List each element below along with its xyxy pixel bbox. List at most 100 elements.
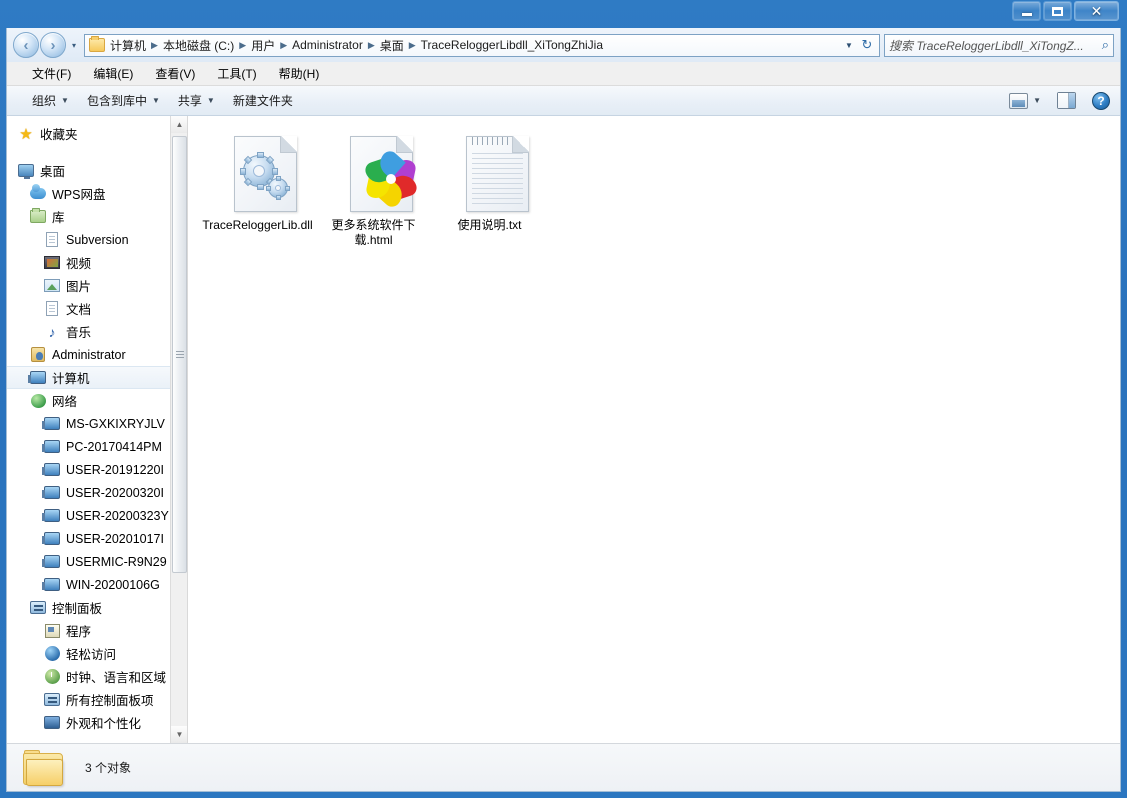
sidebar-item-network-computer[interactable]: WIN-20200106G [7, 573, 170, 596]
menu-item-file[interactable]: 文件(F) [21, 62, 82, 85]
organize-button[interactable]: 组织 ▼ [23, 88, 78, 113]
sidebar-item-programs[interactable]: 程序 [7, 619, 170, 642]
sidebar-item-pictures[interactable]: 图片 [7, 274, 170, 297]
chevron-down-icon: ▼ [1033, 96, 1041, 105]
notepad-spiral-icon [471, 137, 512, 145]
sidebar-item-documents[interactable]: 文档 [7, 297, 170, 320]
navigation-bar: ‹ › ▾ 计算机 ▶ 本地磁盘 (C:) ▶ 用户 ▶ Administrat… [7, 28, 1120, 62]
refresh-icon[interactable]: ↻ [857, 35, 877, 56]
music-icon: ♪ [48, 323, 56, 340]
sidebar-item-label: 时钟、语言和区域 [66, 671, 167, 685]
file-list-pane[interactable]: TraceReloggerLib.dll 更多系统软件下载.html 使用说明.… [188, 116, 1120, 743]
breadcrumb-item-0[interactable]: 计算机 [108, 37, 148, 54]
sidebar-item-label: 图片 [66, 280, 92, 294]
sidebar-item-network-computer[interactable]: USERMIC-R9N29 [7, 550, 170, 573]
new-folder-button[interactable]: 新建文件夹 [224, 88, 302, 113]
preview-pane-button[interactable] [1053, 90, 1080, 111]
help-button[interactable]: ? [1088, 90, 1114, 112]
sidebar-item-label: 文档 [66, 303, 92, 317]
breadcrumb-separator-icon[interactable]: ▶ [148, 40, 161, 51]
minimize-button[interactable] [1012, 1, 1041, 21]
address-bar[interactable]: 计算机 ▶ 本地磁盘 (C:) ▶ 用户 ▶ Administrator ▶ 桌… [84, 33, 880, 57]
sidebar-item-control-panel[interactable]: 控制面板 [7, 596, 170, 619]
breadcrumb-separator-icon[interactable]: ▶ [365, 40, 378, 51]
sidebar-item-desktop[interactable]: 桌面 [7, 159, 170, 182]
item-count-label: 3 个对象 [85, 761, 132, 775]
pinwheel-shape [362, 147, 419, 211]
client-area: ‹ › ▾ 计算机 ▶ 本地磁盘 (C:) ▶ 用户 ▶ Administrat… [6, 28, 1121, 792]
close-icon: ✕ [1090, 3, 1103, 19]
sidebar-item-network-computer[interactable]: USER-20200320I [7, 481, 170, 504]
forward-button[interactable]: › [40, 32, 66, 58]
desktop-icon [17, 163, 35, 179]
menu-item-edit[interactable]: 编辑(E) [82, 62, 144, 85]
views-icon [1009, 92, 1029, 109]
breadcrumb-item-2[interactable]: 用户 [249, 37, 277, 54]
sidebar-item-label: 视频 [66, 257, 92, 271]
breadcrumb-item-4[interactable]: 桌面 [378, 37, 406, 54]
sidebar-item-subversion[interactable]: Subversion [7, 228, 170, 251]
breadcrumb-item-1[interactable]: 本地磁盘 (C:) [161, 37, 236, 54]
sidebar-item-label: 收藏夹 [40, 128, 78, 142]
title-bar: ✕ [0, 0, 1127, 28]
sidebar-item-wps-cloud[interactable]: WPS网盘 [7, 182, 170, 205]
all-control-panel-items-icon [43, 692, 61, 708]
dll-gears-icon [226, 132, 297, 212]
address-dropdown-icon[interactable]: ▼ [841, 35, 857, 56]
recent-locations-button[interactable]: ▾ [68, 41, 80, 50]
breadcrumb-separator-icon[interactable]: ▶ [406, 40, 419, 51]
menu-item-help[interactable]: 帮助(H) [268, 62, 331, 85]
sidebar-item-network-computer[interactable]: USER-20201017I [7, 527, 170, 550]
sidebar-item-music[interactable]: ♪ 音乐 [7, 320, 170, 343]
breadcrumb-item-5[interactable]: TraceReloggerLibdll_XiTongZhiJia [419, 38, 605, 52]
menu-bar: 文件(F) 编辑(E) 查看(V) 工具(T) 帮助(H) [7, 62, 1120, 86]
close-button[interactable]: ✕ [1074, 1, 1119, 21]
sidebar-item-network[interactable]: 网络 [7, 389, 170, 412]
scrollbar-thumb[interactable] [172, 136, 187, 573]
file-item[interactable]: 更多系统软件下载.html [316, 128, 431, 252]
search-input[interactable]: 搜索 TraceReloggerLibdll_XiTongZ... ⌕ [884, 33, 1114, 57]
sidebar-item-libraries[interactable]: 库 [7, 205, 170, 228]
network-computer-icon [42, 508, 61, 524]
change-view-button[interactable]: ▼ [1005, 91, 1045, 111]
new-folder-label: 新建文件夹 [232, 94, 293, 108]
page-shape [233, 136, 297, 212]
sidebar-item-computer[interactable]: 计算机 [7, 366, 170, 389]
scroll-up-button[interactable]: ▲ [171, 116, 187, 133]
scroll-down-button[interactable]: ▼ [171, 726, 187, 743]
sidebar-item-network-computer[interactable]: USER-20200323Y [7, 504, 170, 527]
breadcrumb-separator-icon[interactable]: ▶ [236, 40, 249, 51]
maximize-icon [1052, 6, 1063, 16]
sidebar-item-clock-language-region[interactable]: 时钟、语言和区域 [7, 665, 170, 688]
sidebar-item-label: 网络 [52, 395, 78, 409]
network-computer-icon [42, 577, 61, 593]
share-with-button[interactable]: 共享 ▼ [169, 88, 224, 113]
sidebar-item-label: Administrator [52, 347, 126, 362]
sidebar-scrollbar[interactable]: ▲ ▼ [170, 116, 187, 743]
breadcrumb-separator-icon[interactable]: ▶ [277, 40, 290, 51]
control-panel-icon [29, 600, 47, 616]
sidebar-item-ease-of-access[interactable]: 轻松访问 [7, 642, 170, 665]
sidebar-item-network-computer[interactable]: PC-20170414PM [7, 435, 170, 458]
breadcrumb-item-3[interactable]: Administrator [290, 38, 365, 52]
sidebar-item-all-control-panel-items[interactable]: 所有控制面板项 [7, 688, 170, 711]
menu-item-tools[interactable]: 工具(T) [206, 62, 267, 85]
sidebar-item-videos[interactable]: 视频 [7, 251, 170, 274]
sidebar-item-network-computer[interactable]: MS-GXKIXRYJLV [7, 412, 170, 435]
sidebar-item-favorites[interactable]: ★ 收藏夹 [7, 122, 170, 145]
sidebar-item-appearance-personalization[interactable]: 外观和个性化 [7, 711, 170, 734]
include-in-library-button[interactable]: 包含到库中 ▼ [78, 88, 169, 113]
menu-item-view[interactable]: 查看(V) [144, 62, 206, 85]
sidebar-item-network-computer[interactable]: USER-20191220I [7, 458, 170, 481]
back-button[interactable]: ‹ [13, 32, 39, 58]
network-computer-icon [42, 485, 61, 501]
page-shape [465, 136, 529, 212]
appearance-personalization-icon [43, 715, 61, 731]
ease-of-access-icon [43, 646, 61, 662]
file-item[interactable]: TraceReloggerLib.dll [200, 128, 315, 252]
file-item[interactable]: 使用说明.txt [432, 128, 547, 252]
maximize-button[interactable] [1043, 1, 1072, 21]
sidebar-item-label: 程序 [66, 625, 92, 639]
sidebar-item-administrator[interactable]: Administrator [7, 343, 170, 366]
sidebar-item-label: 所有控制面板项 [66, 694, 154, 708]
